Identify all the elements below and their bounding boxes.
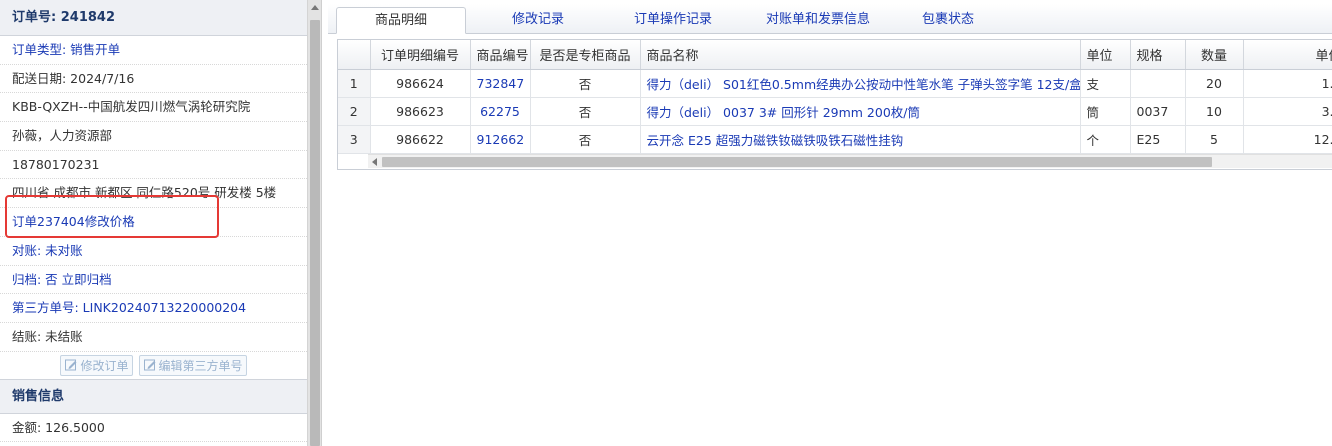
edit-order-button[interactable]: 修改订单 — [60, 354, 133, 376]
grid-scrollbar-thumb[interactable] — [382, 157, 1212, 167]
col-quantity[interactable]: 数量 — [1185, 40, 1244, 70]
cell-unit: 支 — [1080, 69, 1131, 98]
order-actions: 修改订单 编辑第三方单号 — [0, 352, 307, 380]
order-field: 四川省 成都市 新都区 同仁路520号 研发楼 5楼 — [0, 179, 307, 209]
tab-order-operation-log[interactable]: 订单操作记录 — [618, 7, 728, 34]
table-row[interactable]: 2 986623 62275 否得力（deli） 0037 3# 回形针 29mm 2… — [338, 97, 1332, 126]
cell-detail-id: 986624 — [370, 69, 471, 98]
order-field[interactable]: 订单类型: 销售开单 — [0, 36, 307, 65]
scrollbar-thumb[interactable] — [310, 20, 320, 446]
col-detail-id[interactable]: 订单明细编号 — [370, 40, 471, 70]
cell-unit-price: 1.6 — [1243, 69, 1332, 98]
left-panel-scrollbar[interactable] — [308, 0, 322, 446]
cell-spec: 0037 — [1130, 97, 1186, 126]
col-spec[interactable]: 规格 — [1130, 40, 1186, 70]
tab-package-status[interactable]: 包裹状态 — [908, 7, 988, 34]
cell-counter-item: 否 — [530, 125, 641, 154]
cell-detail-id: 986623 — [370, 97, 471, 126]
order-field[interactable]: 对账: 未对账 — [0, 237, 307, 266]
col-counter-item[interactable]: 是否是专柜商品 — [530, 40, 641, 70]
cell-product-name[interactable]: 得力（deli） S01红色0.5mm经典办公按动中性笔水笔 子弹头签字笔 12… — [640, 69, 1081, 98]
cell-row-index: 2 — [338, 97, 371, 126]
detail-tabs: 商品明细 修改记录 订单操作记录 对账单和发票信息 包裹状态 — [328, 4, 1332, 34]
cell-row-index: 1 — [338, 69, 371, 98]
col-product-name[interactable]: 商品名称 — [640, 40, 1081, 70]
edit-third-party-button[interactable]: 编辑第三方单号 — [138, 354, 247, 376]
edit-icon — [65, 359, 77, 371]
cell-quantity: 10 — [1185, 97, 1244, 126]
cell-spec: E25 — [1130, 125, 1186, 154]
cell-product-name[interactable]: 云开念 E25 超强力磁铁钕磁铁吸铁石磁性挂钩 — [640, 125, 1081, 154]
cell-unit: 筒 — [1080, 97, 1131, 126]
order-field: 结账: 未结账 — [0, 323, 307, 352]
tab-product-details[interactable]: 商品明细 — [336, 7, 466, 34]
table-row[interactable]: 3 986622 912662 否云开念 E25 超强力磁铁钕磁铁吸铁石磁性挂钩个 E2… — [338, 125, 1332, 154]
order-field: 18780170231 — [0, 151, 307, 180]
cell-quantity: 20 — [1185, 69, 1244, 98]
cell-unit-price: 12.7 — [1243, 125, 1332, 154]
edit-third-party-label: 编辑第三方单号 — [158, 358, 243, 373]
order-field: KBB-QXZH--中国航发四川燃气涡轮研究院 — [0, 93, 307, 123]
col-product-id[interactable]: 商品编号 — [470, 40, 531, 70]
cell-spec — [1130, 69, 1186, 98]
cell-unit-price: 3.1 — [1243, 97, 1332, 126]
sales-info-title: 销售信息 — [0, 379, 307, 414]
cell-counter-item: 否 — [530, 69, 641, 98]
cell-product-id[interactable]: 912662 — [470, 125, 531, 154]
tab-modification-log[interactable]: 修改记录 — [488, 7, 588, 34]
grid-body: 1 986624 732847 否得力（deli） S01红色0.5mm经典办公按动中… — [338, 69, 1332, 154]
table-row[interactable]: 1 986624 732847 否得力（deli） S01红色0.5mm经典办公按动中… — [338, 69, 1332, 98]
detail-area: 商品明细 修改记录 订单操作记录 对账单和发票信息 包裹状态 订单明细编号 商品… — [328, 0, 1332, 446]
cell-quantity: 5 — [1185, 125, 1244, 154]
grid-header-row: 订单明细编号 商品编号 是否是专柜商品 商品名称 单位 规格 数量 单价 — [338, 40, 1332, 70]
cell-product-id[interactable]: 62275 — [470, 97, 531, 126]
order-field[interactable]: 第三方单号: LINK20240713220000204 — [0, 294, 307, 323]
col-index — [338, 40, 371, 70]
scroll-left-icon[interactable] — [372, 158, 377, 166]
order-fields: 订单类型: 销售开单 配送日期: 2024/7/16 KBB-QXZH--中国航发四… — [0, 36, 307, 352]
cell-product-id[interactable]: 732847 — [470, 69, 531, 98]
col-unit[interactable]: 单位 — [1080, 40, 1131, 70]
edit-icon — [143, 359, 155, 371]
col-unit-price[interactable]: 单价 — [1243, 40, 1332, 70]
product-grid: 订单明细编号 商品编号 是否是专柜商品 商品名称 单位 规格 数量 单价 198… — [337, 39, 1332, 170]
cell-product-name[interactable]: 得力（deli） 0037 3# 回形针 29mm 200枚/筒 — [640, 97, 1081, 126]
order-field: 孙薇，人力资源部 — [0, 122, 307, 151]
cell-row-index: 3 — [338, 125, 371, 154]
tab-statement-invoice[interactable]: 对账单和发票信息 — [748, 7, 888, 34]
order-field[interactable]: 订单237404修改价格 — [0, 208, 307, 237]
order-field[interactable]: 归档: 否 立即归档 — [0, 266, 307, 295]
cell-detail-id: 986622 — [370, 125, 471, 154]
edit-order-label: 修改订单 — [80, 358, 129, 373]
cell-unit: 个 — [1080, 125, 1131, 154]
scroll-up-icon[interactable] — [311, 5, 319, 10]
order-info-panel: 订单号: 241842 订单类型: 销售开单 配送日期: 2024/7/16 KBB… — [0, 0, 308, 446]
sales-amount: 金额: 126.5000 — [0, 414, 307, 443]
order-number-title: 订单号: 241842 — [0, 0, 307, 36]
order-field: 配送日期: 2024/7/16 — [0, 65, 307, 94]
grid-horizontal-scrollbar[interactable] — [368, 154, 1332, 168]
cell-counter-item: 否 — [530, 97, 641, 126]
